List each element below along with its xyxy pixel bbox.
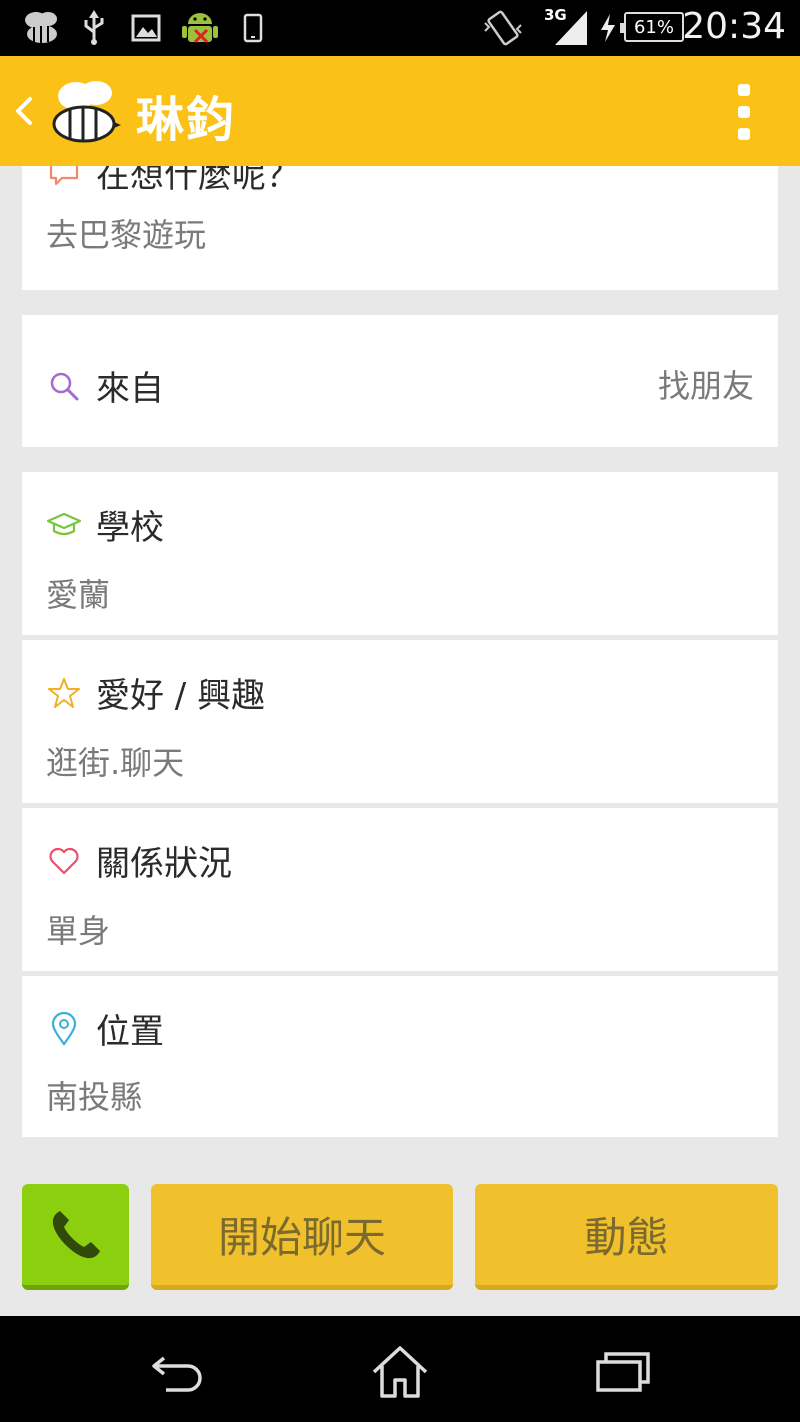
- android-debug-icon: [178, 8, 222, 48]
- status-card: 在想什麼呢？ 去巴黎遊玩: [22, 166, 778, 290]
- chevron-left-icon: [16, 97, 32, 125]
- network-type: 3G: [544, 6, 567, 24]
- image-icon: [130, 8, 162, 48]
- location-label: 位置: [96, 1012, 164, 1052]
- battery-indicator: 61%: [620, 12, 684, 42]
- location-card: 位置 南投縣: [22, 976, 778, 1137]
- school-header: 學校: [46, 500, 164, 549]
- vibrate-icon: [480, 8, 526, 48]
- speech-bubble-icon: [46, 166, 82, 191]
- hobby-header: 愛好 / 興趣: [46, 668, 265, 717]
- bee-notification-icon: [20, 8, 64, 48]
- relationship-header: 關係狀況: [46, 836, 232, 885]
- call-button[interactable]: [22, 1184, 129, 1290]
- feed-button[interactable]: 動態: [475, 1184, 778, 1290]
- nav-home-button[interactable]: [370, 1344, 430, 1400]
- app-bar: 琳鈞: [0, 56, 800, 166]
- school-value: 愛蘭: [46, 576, 111, 614]
- from-card[interactable]: 來自 找朋友: [22, 315, 778, 447]
- status-value: 去巴黎遊玩: [46, 216, 207, 254]
- back-arrow-icon: [152, 1356, 202, 1392]
- map-pin-icon: [46, 1011, 82, 1047]
- from-label: 來自: [96, 369, 164, 409]
- recent-apps-icon: [596, 1352, 650, 1392]
- start-chat-button[interactable]: 開始聊天: [151, 1184, 453, 1290]
- back-button[interactable]: [10, 91, 40, 131]
- hobby-value: 逛街.聊天: [46, 744, 185, 782]
- phone-icon: [52, 1210, 100, 1258]
- status-label: 在想什麼呢？: [96, 166, 300, 196]
- relationship-card: 關係狀況 單身: [22, 808, 778, 971]
- hobby-card: 愛好 / 興趣 逛街.聊天: [22, 640, 778, 803]
- profile-name-title: 琳鈞: [136, 92, 237, 148]
- usb-icon: [80, 8, 108, 48]
- hobby-label: 愛好 / 興趣: [96, 676, 266, 716]
- relationship-value: 單身: [46, 912, 111, 950]
- bee-logo[interactable]: [50, 78, 122, 144]
- relationship-label: 關係狀況: [96, 844, 232, 884]
- phone-device-icon: [240, 8, 266, 48]
- dot-icon: [738, 84, 750, 96]
- find-friends-link[interactable]: 找朋友: [658, 361, 754, 407]
- nav-back-button[interactable]: [148, 1344, 208, 1400]
- school-label: 學校: [96, 508, 164, 548]
- dot-icon: [738, 128, 750, 140]
- dot-icon: [738, 106, 750, 118]
- status-header: 在想什麼呢？: [46, 166, 300, 197]
- navigation-bar: [0, 1316, 800, 1422]
- from-header: 來自: [46, 361, 164, 410]
- status-bar: 3G 61% 20:34: [0, 0, 800, 56]
- profile-content[interactable]: 在想什麼呢？ 去巴黎遊玩 來自 找朋友 學校 愛蘭 愛好 / 興趣 逛街.聊天 …: [0, 166, 800, 1316]
- home-icon: [372, 1346, 428, 1398]
- heart-icon: [46, 843, 82, 879]
- location-header: 位置: [46, 1004, 164, 1053]
- clock: 20:34: [682, 6, 786, 47]
- graduation-cap-icon: [46, 507, 82, 543]
- overflow-menu-button[interactable]: [726, 84, 762, 140]
- star-icon: [46, 675, 82, 711]
- location-value: 南投縣: [46, 1078, 143, 1116]
- search-icon: [46, 368, 82, 404]
- school-card: 學校 愛蘭: [22, 472, 778, 635]
- nav-recents-button[interactable]: [592, 1344, 652, 1400]
- charging-icon: [596, 8, 620, 48]
